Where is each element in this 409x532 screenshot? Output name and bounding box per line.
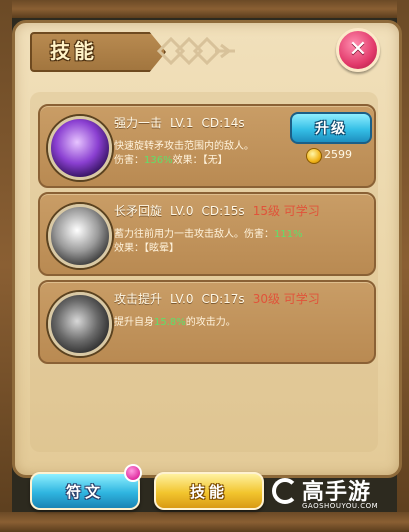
- tab-skills-label: 技能: [189, 482, 228, 501]
- wood-frame-bottom: [0, 512, 409, 532]
- tab-runes[interactable]: 符文: [30, 472, 140, 510]
- skill-card-2[interactable]: 长矛回旋 LV.0 CD:15s 15级 可学习 蓄力往前用力一击攻击敌人。伤害：11…: [38, 192, 376, 276]
- tab-skills[interactable]: 技能: [154, 472, 264, 510]
- watermark-url: GAOSHOUYOU.COM: [302, 502, 379, 510]
- skill-desc-suffix: 效果：【眩晕】: [114, 243, 179, 254]
- skill-header: 攻击提升 LV.0 CD:17s 30级 可学习: [114, 290, 320, 307]
- skill-cooldown: CD:17s: [201, 292, 245, 306]
- skill-header: 强力一击 LV.1 CD:14s: [114, 114, 245, 131]
- skill-level: LV.0: [170, 292, 194, 306]
- skill-desc-prefix: 伤害：: [114, 155, 144, 166]
- upgrade-label: 升级: [315, 121, 347, 137]
- skill-cooldown: CD:15s: [201, 204, 245, 218]
- wood-frame-left: [0, 0, 12, 532]
- skill-desc-suffix: 效果：【无】: [172, 155, 228, 166]
- skill-description: 提升自身15.8%的攻击力。: [114, 316, 364, 330]
- skill-card-1[interactable]: 强力一击 LV.1 CD:14s 快速旋转矛攻击范围内的敌人。 伤害：136%效果：…: [38, 104, 376, 188]
- notification-badge: [124, 464, 142, 482]
- skill-description: 快速旋转矛攻击范围内的敌人。 伤害：136%效果：【无】: [114, 140, 294, 168]
- watermark: 高手游 GAOSHOUYOU.COM: [272, 474, 392, 514]
- attack-boost-icon: [48, 292, 112, 356]
- skill-level: LV.1: [170, 116, 194, 130]
- close-button[interactable]: ✕: [336, 28, 380, 72]
- skill-description: 蓄力往前用力一击攻击敌人。伤害：111% 效果：【眩晕】: [114, 228, 364, 256]
- game-screen: 技能 ✕ 强力一击 LV.1 CD:14s 快速旋转矛攻击范围内的敌人。 伤害：13…: [0, 0, 409, 532]
- skill-boost-value: 15.8%: [154, 317, 186, 328]
- watermark-logo-icon: [272, 478, 298, 504]
- spear-whirl-icon: [48, 204, 112, 268]
- upgrade-cost: 2599: [324, 148, 352, 161]
- skill-desc-prefix: 蓄力往前用力一击攻击敌人。伤害：: [114, 229, 274, 240]
- skill-damage-value: 136%: [144, 155, 173, 166]
- window-title: 技能: [50, 39, 98, 63]
- skill-name: 长矛回旋: [114, 204, 163, 218]
- skill-desc-line1: 快速旋转矛攻击范围内的敌人。: [114, 141, 254, 152]
- skill-name: 攻击提升: [114, 292, 163, 306]
- close-icon: ✕: [348, 37, 368, 62]
- gold-coin-icon: [306, 148, 322, 164]
- skill-requirement: 30级 可学习: [252, 292, 320, 306]
- skill-desc-prefix: 提升自身: [114, 317, 154, 328]
- skill-damage-value: 111%: [274, 229, 303, 240]
- skill-level: LV.0: [170, 204, 194, 218]
- upgrade-button[interactable]: 升级: [290, 112, 372, 144]
- skill-name: 强力一击: [114, 116, 163, 130]
- purple-spear-spin-icon: [48, 116, 112, 180]
- skill-desc-suffix: 的攻击力。: [185, 317, 236, 328]
- wood-frame-top: [0, 0, 409, 18]
- skill-header: 长矛回旋 LV.0 CD:15s 15级 可学习: [114, 202, 320, 219]
- skill-cooldown: CD:14s: [201, 116, 245, 130]
- tab-runes-label: 符文: [65, 482, 104, 501]
- title-ornament-icon: [156, 36, 235, 66]
- skill-card-3[interactable]: 攻击提升 LV.0 CD:17s 30级 可学习 提升自身15.8%的攻击力。: [38, 280, 376, 364]
- skill-requirement: 15级 可学习: [252, 204, 320, 218]
